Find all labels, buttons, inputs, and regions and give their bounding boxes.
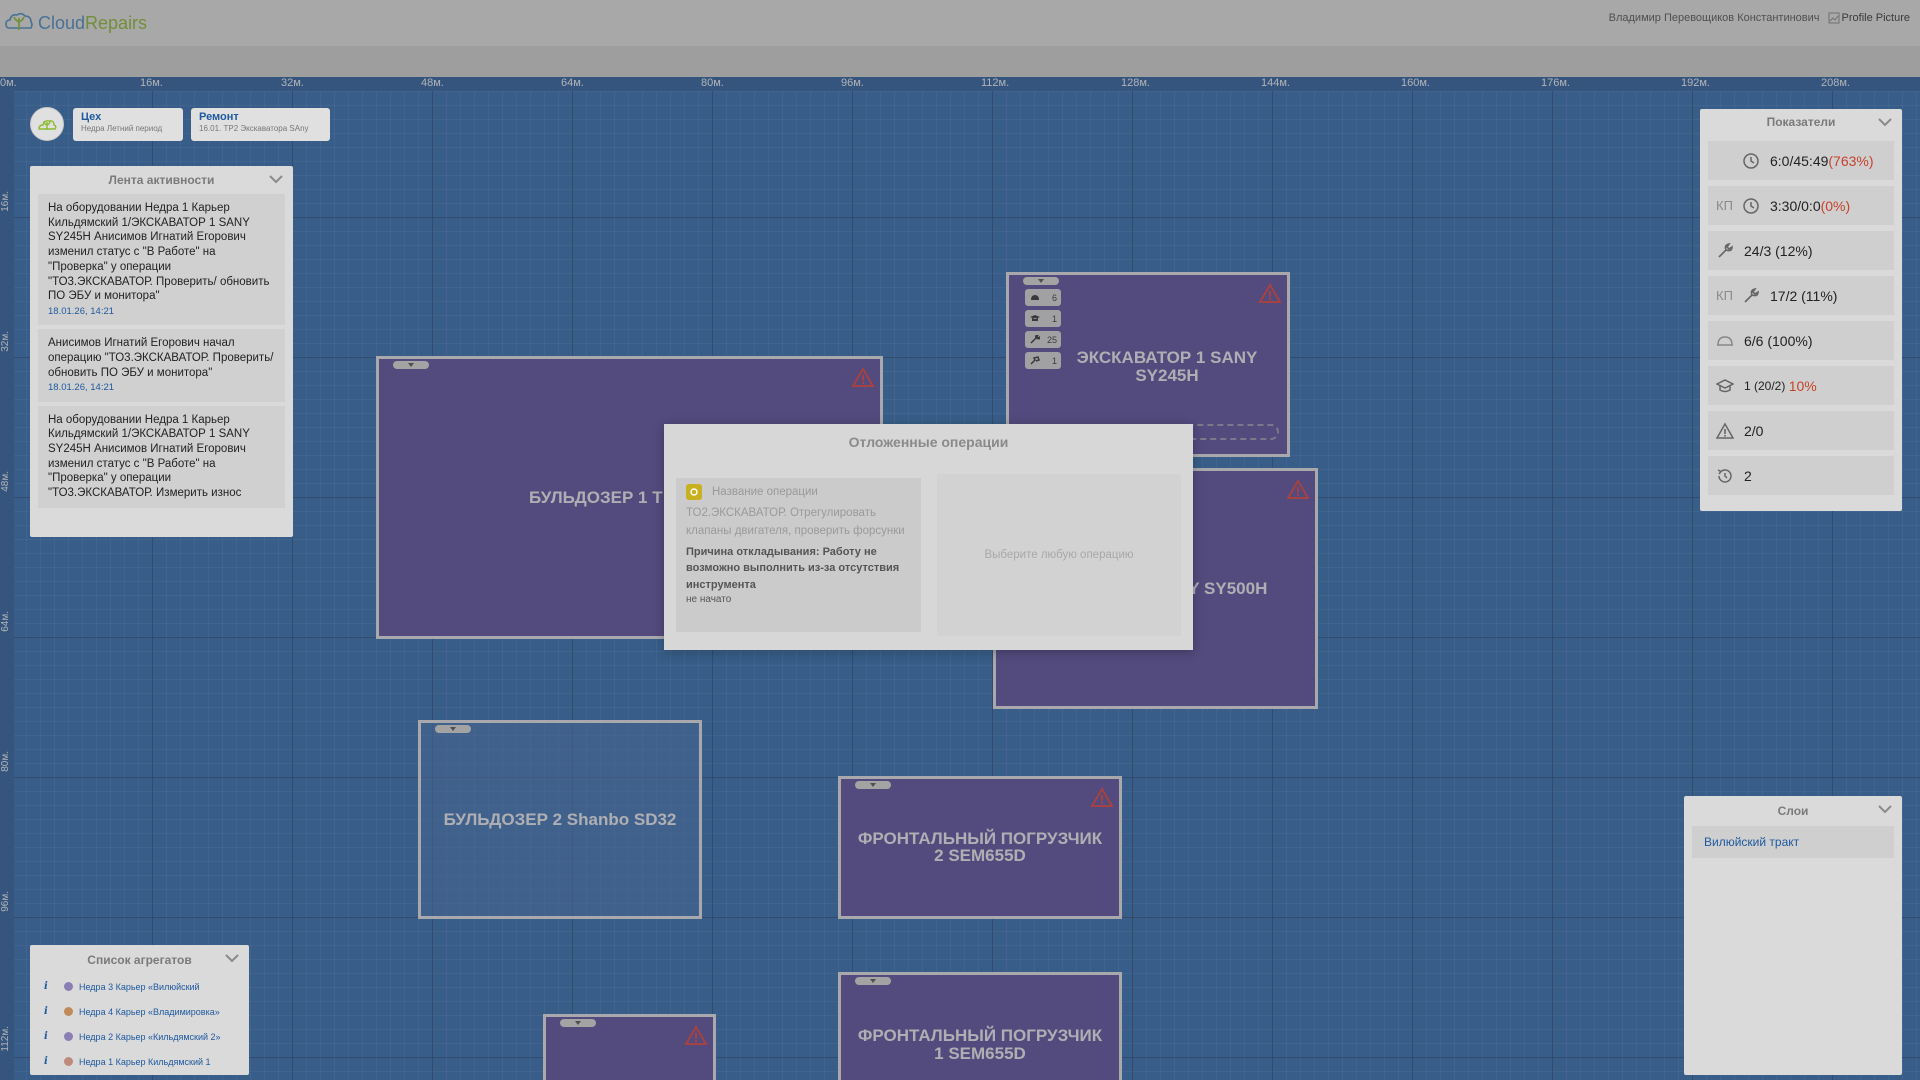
metric-time: 6:0/45:49 (763%) (1708, 141, 1894, 180)
metric-percent: (0%) (1820, 197, 1851, 214)
activity-time: 18.01.26, 14:21 (48, 382, 115, 394)
helmet-icon (1717, 335, 1733, 346)
metric-value: 24/3 (12%) (1744, 242, 1813, 259)
activity-item: На оборудовании Недра 1 Карьер Кильдямск… (38, 405, 285, 508)
metric-warnings: 2/0 (1708, 411, 1894, 450)
metric-percent: (763%) (1828, 152, 1874, 169)
metric-workers: 6/6 (100%) (1708, 321, 1894, 360)
aggregate-item[interactable]: i Недра 3 Карьер «Вилюйский (30, 974, 249, 999)
graduation-cap-icon (1716, 378, 1734, 392)
activity-feed-header[interactable]: Лента активности (30, 166, 293, 194)
info-icon[interactable]: i (44, 1006, 56, 1017)
metric-time-kp: КП 3:30/0:0 (0%) (1708, 186, 1894, 225)
metric-value: 1 (20/2) (1744, 378, 1789, 393)
metric-kp-label: КП (1716, 198, 1733, 213)
clock-icon (1743, 197, 1759, 214)
repair-title: Ремонт (199, 111, 239, 123)
activity-time: 18.01.26, 14:21 (48, 306, 115, 318)
postponed-operations-modal[interactable]: Отложенные операции Название операции ТО… (664, 424, 1193, 650)
layers-title: Слои (1777, 804, 1809, 818)
operation-type-icon (686, 484, 702, 500)
activity-feed-panel[interactable]: Лента активности На оборудовании Недра 1… (30, 166, 293, 537)
metric-value: 3:30/0:0 (1770, 197, 1821, 214)
workshop-selector[interactable]: Цех Недра Летний период (73, 108, 183, 141)
aggregate-label: Недра 4 Карьер «Владимировка» (79, 1006, 220, 1017)
layers-panel[interactable]: Слои Вилюйский тракт (1684, 796, 1902, 1075)
clock-icon (1743, 152, 1759, 169)
aggregates-panel[interactable]: Список агрегатов i Недра 3 Карьер «Вилюй… (30, 945, 249, 1075)
aggregate-item[interactable]: i Недра 2 Карьер «Кильдямский 2» (30, 1024, 249, 1049)
aggregates-header[interactable]: Список агрегатов (30, 945, 249, 974)
aggregate-item[interactable]: i Недра 1 Карьер Кильдямский 1 (30, 1049, 249, 1074)
metric-qualification: 1 (20/2) 10% (1708, 366, 1894, 405)
chevron-down-icon[interactable] (269, 175, 283, 184)
workshop-subtitle: Недра Летний период (81, 124, 163, 133)
status-dot (64, 982, 73, 991)
aggregates-title: Список агрегатов (87, 952, 192, 967)
layer-item-label: Вилюйский тракт (1704, 835, 1800, 849)
wrench-icon (1744, 287, 1759, 303)
aggregate-label: Недра 1 Карьер Кильдямский 1 (79, 1056, 211, 1067)
operation-column-header: Название операции (712, 486, 818, 498)
aggregate-item[interactable]: i Недра 4 Карьер «Владимировка» (30, 999, 249, 1024)
history-icon (1717, 468, 1732, 483)
workshop-title: Цех (81, 111, 102, 123)
metric-history: 2 (1708, 456, 1894, 495)
metrics-panel[interactable]: Показатели 6:0/45:49 (763%) КП 3:30/0:0 … (1700, 109, 1902, 511)
metrics-header[interactable]: Показатели (1700, 109, 1902, 135)
metric-operations: 24/3 (12%) (1708, 231, 1894, 270)
activity-item: На оборудовании Недра 1 Карьер Кильдямск… (38, 194, 285, 326)
status-dot (64, 1007, 73, 1016)
metric-value: 2/0 (1744, 422, 1764, 439)
chevron-down-icon[interactable] (1878, 118, 1892, 127)
postponed-operation-card[interactable]: Название операции ТО2.ЭКСКАВАТОР. Отрегу… (676, 478, 921, 632)
plant-icon (38, 120, 57, 130)
info-icon[interactable]: i (44, 1056, 56, 1067)
wrench-icon (1718, 242, 1733, 258)
chevron-down-icon[interactable] (225, 954, 239, 963)
metric-value: 6:0/45:49 (1770, 152, 1829, 169)
repair-selector[interactable]: Ремонт 16.01. ТР2 Экскаватора SAny (191, 108, 330, 141)
postpone-reason: Причина откладывания: Работу не возможно… (686, 545, 900, 591)
activity-text: Анисимов Игнатий Егорович начал операцию… (48, 337, 274, 379)
operation-status: не начато (686, 594, 732, 606)
status-dot (64, 1057, 73, 1066)
aggregate-label: Недра 3 Карьер «Вилюйский (79, 981, 200, 992)
home-button[interactable] (30, 107, 64, 141)
metric-percent: 10% (1788, 377, 1817, 394)
modal-title: Отложенные операции (848, 434, 1009, 450)
operation-name: ТО2.ЭКСКАВАТОР. Отрегулировать клапаны д… (686, 507, 905, 537)
metrics-title: Показатели (1766, 115, 1836, 129)
layers-header[interactable]: Слои (1684, 796, 1902, 826)
operation-detail-placeholder: Выберите любую операцию (937, 474, 1181, 636)
activity-text: На оборудовании Недра 1 Карьер Кильдямск… (48, 413, 250, 500)
repair-subtitle: 16.01. ТР2 Экскаватора SAny (199, 124, 309, 133)
activity-feed-title: Лента активности (108, 173, 215, 187)
activity-item: Анисимов Игнатий Егорович начал операцию… (38, 329, 285, 402)
status-dot (64, 1032, 73, 1041)
warning-icon (1716, 421, 1734, 439)
info-icon[interactable]: i (44, 981, 56, 992)
aggregate-label: Недра 2 Карьер «Кильдямский 2» (79, 1031, 221, 1042)
chevron-down-icon[interactable] (1878, 805, 1892, 814)
metric-value: 17/2 (11%) (1770, 287, 1838, 304)
metric-operations-kp: КП 17/2 (11%) (1708, 276, 1894, 315)
activity-text: На оборудовании Недра 1 Карьер Кильдямск… (48, 202, 270, 303)
metric-value: 2 (1744, 467, 1752, 484)
operation-header: Название операции (686, 484, 911, 500)
metric-value: 6/6 (100%) (1744, 332, 1813, 349)
layer-item[interactable]: Вилюйский тракт (1692, 826, 1894, 858)
placeholder-text: Выберите любую операцию (984, 549, 1134, 561)
info-icon[interactable]: i (44, 1031, 56, 1042)
metric-kp-label: КП (1716, 288, 1733, 303)
